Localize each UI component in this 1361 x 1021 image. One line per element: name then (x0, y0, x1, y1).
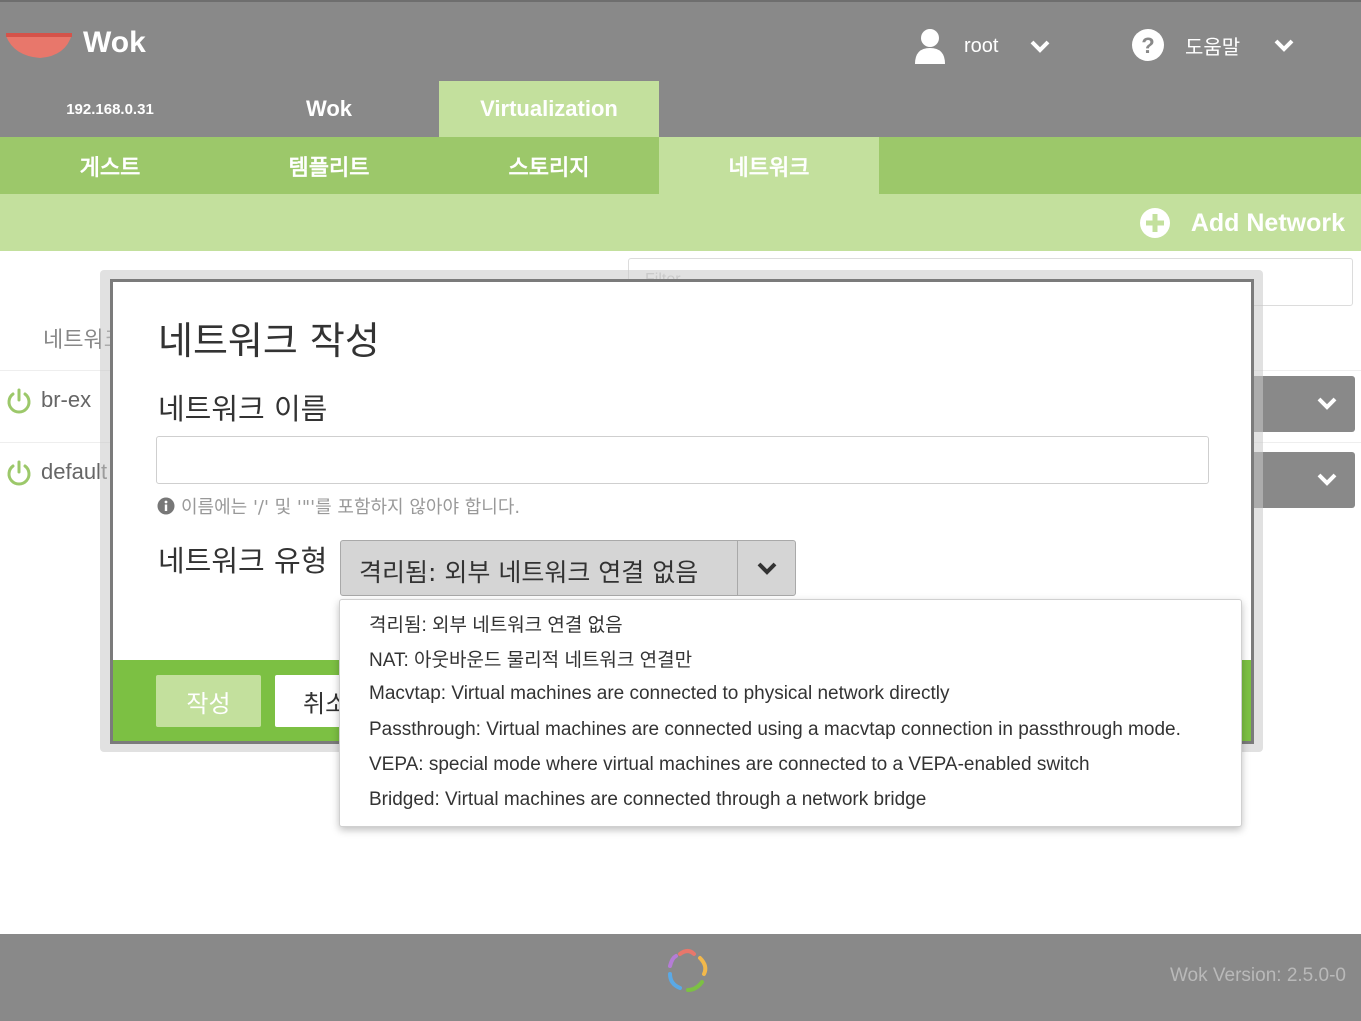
chevron-down-icon (1317, 473, 1337, 486)
kimchi-footer-logo-icon (668, 949, 708, 992)
tab-storage[interactable]: 스토리지 (439, 137, 659, 194)
power-icon (7, 460, 31, 486)
tab-host[interactable]: 192.168.0.31 (0, 81, 220, 137)
sub-tabs: 게스트 템플리트 스토리지 네트워크 (0, 137, 1361, 194)
dropdown-option-vepa[interactable]: VEPA: special mode where virtual machine… (340, 747, 1241, 782)
chevron-down-icon (1031, 40, 1050, 53)
tab-virtualization[interactable]: Virtualization (439, 81, 659, 137)
dropdown-option-bridged[interactable]: Bridged: Virtual machines are connected … (340, 782, 1241, 817)
network-type-select[interactable]: 격리됨: 외부 네트워크 연결 없음 (340, 540, 796, 596)
info-icon (157, 497, 175, 515)
select-toggle-button[interactable] (737, 541, 795, 595)
add-network-label: Add Network (1190, 208, 1345, 237)
action-bar: Add Network (0, 194, 1361, 251)
brand-name[interactable]: Wok (83, 26, 146, 60)
help-icon: ? (1132, 29, 1164, 61)
network-name: br-ex (41, 387, 92, 412)
network-type-dropdown-menu: 격리됨: 외부 네트워크 연결 없음 NAT: 아웃바운드 물리적 네트워크 연… (339, 599, 1242, 827)
network-type-selected-value: 격리됨: 외부 네트워크 연결 없음 (359, 558, 699, 587)
dropdown-option-macvtap[interactable]: Macvtap: Virtual machines are connected … (340, 677, 1241, 712)
row-actions-button[interactable] (1248, 376, 1355, 432)
main-tabs: 192.168.0.31 Wok Virtualization (0, 81, 1361, 137)
chevron-down-icon (1274, 39, 1294, 52)
hint-text: 이름에는 '/' 및 '"'를 포함하지 않아야 합니다. (181, 497, 521, 518)
svg-text:?: ? (1141, 33, 1154, 58)
dropdown-option-passthrough[interactable]: Passthrough: Virtual machines are connec… (340, 712, 1241, 747)
network-name-input[interactable] (156, 436, 1209, 484)
chevron-down-icon (757, 562, 777, 575)
dropdown-option-nat[interactable]: NAT: 아웃바운드 물리적 네트워크 연결만 (340, 641, 1241, 676)
wok-bowl-logo-icon (6, 33, 72, 58)
footer: Wok Version: 2.5.0-0 (0, 934, 1361, 1021)
network-name-label: 네트워크 이름 (158, 392, 328, 426)
dropdown-option-isolated[interactable]: 격리됨: 외부 네트워크 연결 없음 (340, 606, 1241, 641)
row-actions-button[interactable] (1248, 452, 1355, 508)
tab-templates[interactable]: 템플리트 (219, 137, 439, 194)
user-icon (915, 29, 945, 64)
create-button[interactable]: 작성 (156, 675, 261, 727)
network-name: default (41, 459, 108, 484)
tab-guests[interactable]: 게스트 (0, 137, 220, 194)
network-type-label: 네트워크 유형 (158, 544, 328, 578)
top-bar: Wok root ? 도움말 (0, 0, 1361, 81)
dialog-title: 네트워크 작성 (158, 319, 380, 363)
user-name: root (964, 34, 999, 57)
help-menu[interactable]: ? 도움말 (1131, 28, 1294, 62)
add-network-button[interactable]: Add Network (1139, 207, 1345, 239)
plus-circle-icon (1139, 208, 1170, 238)
user-menu[interactable]: root (914, 28, 1050, 64)
power-icon (7, 388, 31, 414)
tab-network[interactable]: 네트워크 (659, 137, 879, 194)
help-label: 도움말 (1185, 34, 1241, 59)
tab-wok[interactable]: Wok (219, 81, 439, 137)
name-hint: 이름에는 '/' 및 '"'를 포함하지 않아야 합니다. (157, 493, 520, 519)
version-text: Wok Version: 2.5.0-0 (1169, 965, 1346, 986)
chevron-down-icon (1317, 397, 1337, 410)
